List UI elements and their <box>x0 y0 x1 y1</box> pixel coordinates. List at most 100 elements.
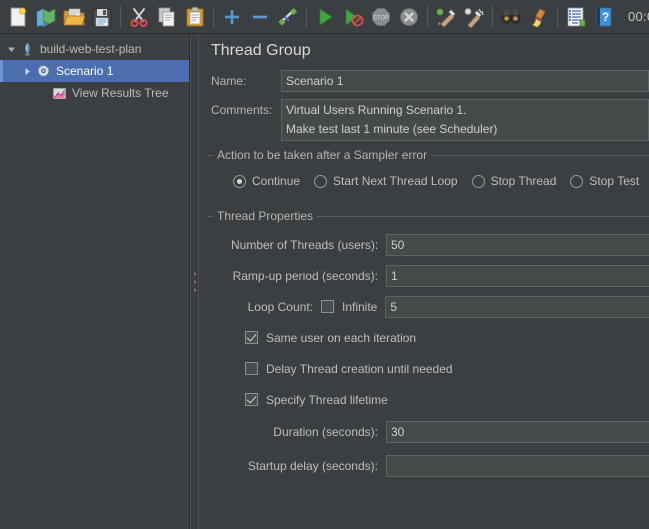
number-of-threads-label: Number of Threads (users): <box>231 238 386 252</box>
tree-item-label: build-web-test-plan <box>40 42 141 56</box>
radio-stop-thread[interactable]: Stop Thread <box>472 174 557 188</box>
name-row: Name: Scenario 1 <box>199 70 649 92</box>
toolbar-separator <box>427 6 428 28</box>
thread-properties-group: Thread Properties Number of Threads (use… <box>207 216 649 483</box>
thread-properties-body: Number of Threads (users): 50 Ramp-up pe… <box>207 217 649 483</box>
radio-start-next-thread-loop[interactable]: Start Next Thread Loop <box>314 174 458 188</box>
toolbar-separator <box>213 6 214 28</box>
delay-thread-row: Delay Thread creation until needed <box>207 353 649 384</box>
specify-lifetime-checkbox[interactable]: Specify Thread lifetime <box>245 393 388 407</box>
specify-lifetime-row: Specify Thread lifetime <box>207 384 649 415</box>
view-results-tree-icon <box>50 86 68 101</box>
infinite-label: Infinite <box>342 300 377 314</box>
comments-input[interactable]: Virtual Users Running Scenario 1. Make t… <box>281 99 649 141</box>
splitter-grip[interactable] <box>192 271 197 292</box>
main-split: build-web-test-plan Scenario 1 <box>0 34 649 529</box>
name-input[interactable]: Scenario 1 <box>281 70 649 92</box>
duration-row: Duration (seconds): 30 <box>207 415 649 449</box>
svg-text:?: ? <box>602 10 609 24</box>
thread-properties-legend: Thread Properties <box>213 209 317 223</box>
panel-splitter[interactable] <box>190 34 199 529</box>
startup-delay-row: Startup delay (seconds): <box>207 449 649 483</box>
collapse-all-icon[interactable] <box>246 3 274 31</box>
comments-label: Comments: <box>211 99 281 121</box>
toolbar-separator <box>306 6 307 28</box>
radio-stop-test-label: Stop Test <box>589 174 639 188</box>
loop-count-label: Loop Count: <box>231 300 321 314</box>
sampler-error-group: Action to be taken after a Sampler error… <box>207 155 649 194</box>
radio-stop-test[interactable]: Stop Test <box>570 174 639 188</box>
clear-all-icon[interactable] <box>460 3 488 31</box>
infinite-checkbox-indicator[interactable] <box>321 300 334 313</box>
same-user-checkbox-indicator[interactable] <box>245 331 258 344</box>
radio-continue-label: Continue <box>252 174 300 188</box>
same-user-row: Same user on each iteration <box>207 322 649 353</box>
copy-icon[interactable] <box>153 3 181 31</box>
page-title: Thread Group <box>199 34 649 70</box>
search-icon[interactable] <box>497 3 525 31</box>
reset-search-icon[interactable] <box>525 3 553 31</box>
ramp-up-period-row: Ramp-up period (seconds): 1 <box>207 260 649 291</box>
sampler-error-radios: Continue Start Next Thread Loop Stop Thr… <box>207 168 649 194</box>
loop-count-input[interactable]: 5 <box>385 296 649 318</box>
toolbar-separator <box>557 6 558 28</box>
start-icon[interactable] <box>311 3 339 31</box>
new-icon[interactable] <box>4 3 32 31</box>
help-icon[interactable]: ? <box>590 3 618 31</box>
number-of-threads-input[interactable]: 50 <box>386 234 649 256</box>
same-user-checkbox[interactable]: Same user on each iteration <box>245 331 416 345</box>
sampler-error-legend: Action to be taken after a Sampler error <box>213 148 431 162</box>
main-toolbar: STOP <box>0 0 649 34</box>
radio-start-next-thread-loop-label: Start Next Thread Loop <box>333 174 458 188</box>
number-of-threads-row: Number of Threads (users): 50 <box>207 229 649 260</box>
tree-item-label: View Results Tree <box>72 86 169 100</box>
duration-input[interactable]: 30 <box>386 421 649 443</box>
startup-delay-label: Startup delay (seconds): <box>231 459 386 473</box>
radio-start-next-thread-loop-indicator[interactable] <box>314 175 327 188</box>
test-plan-icon <box>18 42 36 57</box>
toolbar-separator <box>120 6 121 28</box>
svg-text:STOP: STOP <box>373 15 389 21</box>
clear-icon[interactable] <box>432 3 460 31</box>
tree-item-view-results-tree[interactable]: View Results Tree <box>0 82 189 104</box>
expander-open-icon[interactable] <box>4 45 18 54</box>
expand-all-icon[interactable] <box>218 3 246 31</box>
test-plan-tree[interactable]: build-web-test-plan Scenario 1 <box>0 34 190 529</box>
cut-icon[interactable] <box>125 3 153 31</box>
start-no-timers-icon[interactable] <box>339 3 367 31</box>
delay-thread-checkbox[interactable]: Delay Thread creation until needed <box>245 362 453 376</box>
expander-closed-icon[interactable] <box>20 67 34 76</box>
ramp-up-period-input[interactable]: 1 <box>386 265 649 287</box>
radio-stop-test-indicator[interactable] <box>570 175 583 188</box>
toolbar-separator <box>492 6 493 28</box>
thread-group-editor: Thread Group Name: Scenario 1 Comments: … <box>199 34 649 529</box>
paste-icon[interactable] <box>181 3 209 31</box>
toggle-icon[interactable] <box>274 3 302 31</box>
delay-thread-label: Delay Thread creation until needed <box>266 362 453 376</box>
tree-item-test-plan[interactable]: build-web-test-plan <box>0 38 189 60</box>
duration-label: Duration (seconds): <box>231 425 386 439</box>
tree-item-scenario-1[interactable]: Scenario 1 <box>0 60 189 82</box>
stop-icon[interactable]: STOP <box>367 3 395 31</box>
run-timer: 00:00:00 <box>628 9 649 24</box>
delay-thread-checkbox-indicator[interactable] <box>245 362 258 375</box>
open-icon[interactable] <box>60 3 88 31</box>
startup-delay-input[interactable] <box>386 455 649 477</box>
radio-continue[interactable]: Continue <box>233 174 300 188</box>
specify-lifetime-checkbox-indicator[interactable] <box>245 393 258 406</box>
radio-stop-thread-label: Stop Thread <box>491 174 557 188</box>
radio-stop-thread-indicator[interactable] <box>472 175 485 188</box>
loop-count-row: Loop Count: Infinite 5 <box>207 291 649 322</box>
name-label: Name: <box>211 70 281 92</box>
infinite-checkbox[interactable]: Infinite <box>321 300 377 314</box>
radio-continue-indicator[interactable] <box>233 175 246 188</box>
function-helper-icon[interactable] <box>562 3 590 31</box>
ramp-up-period-label: Ramp-up period (seconds): <box>231 269 386 283</box>
thread-group-icon <box>34 64 52 79</box>
shutdown-icon[interactable] <box>395 3 423 31</box>
templates-icon[interactable] <box>32 3 60 31</box>
save-icon[interactable] <box>88 3 116 31</box>
same-user-label: Same user on each iteration <box>266 331 416 345</box>
specify-lifetime-label: Specify Thread lifetime <box>266 393 388 407</box>
tree-item-label: Scenario 1 <box>56 64 113 78</box>
